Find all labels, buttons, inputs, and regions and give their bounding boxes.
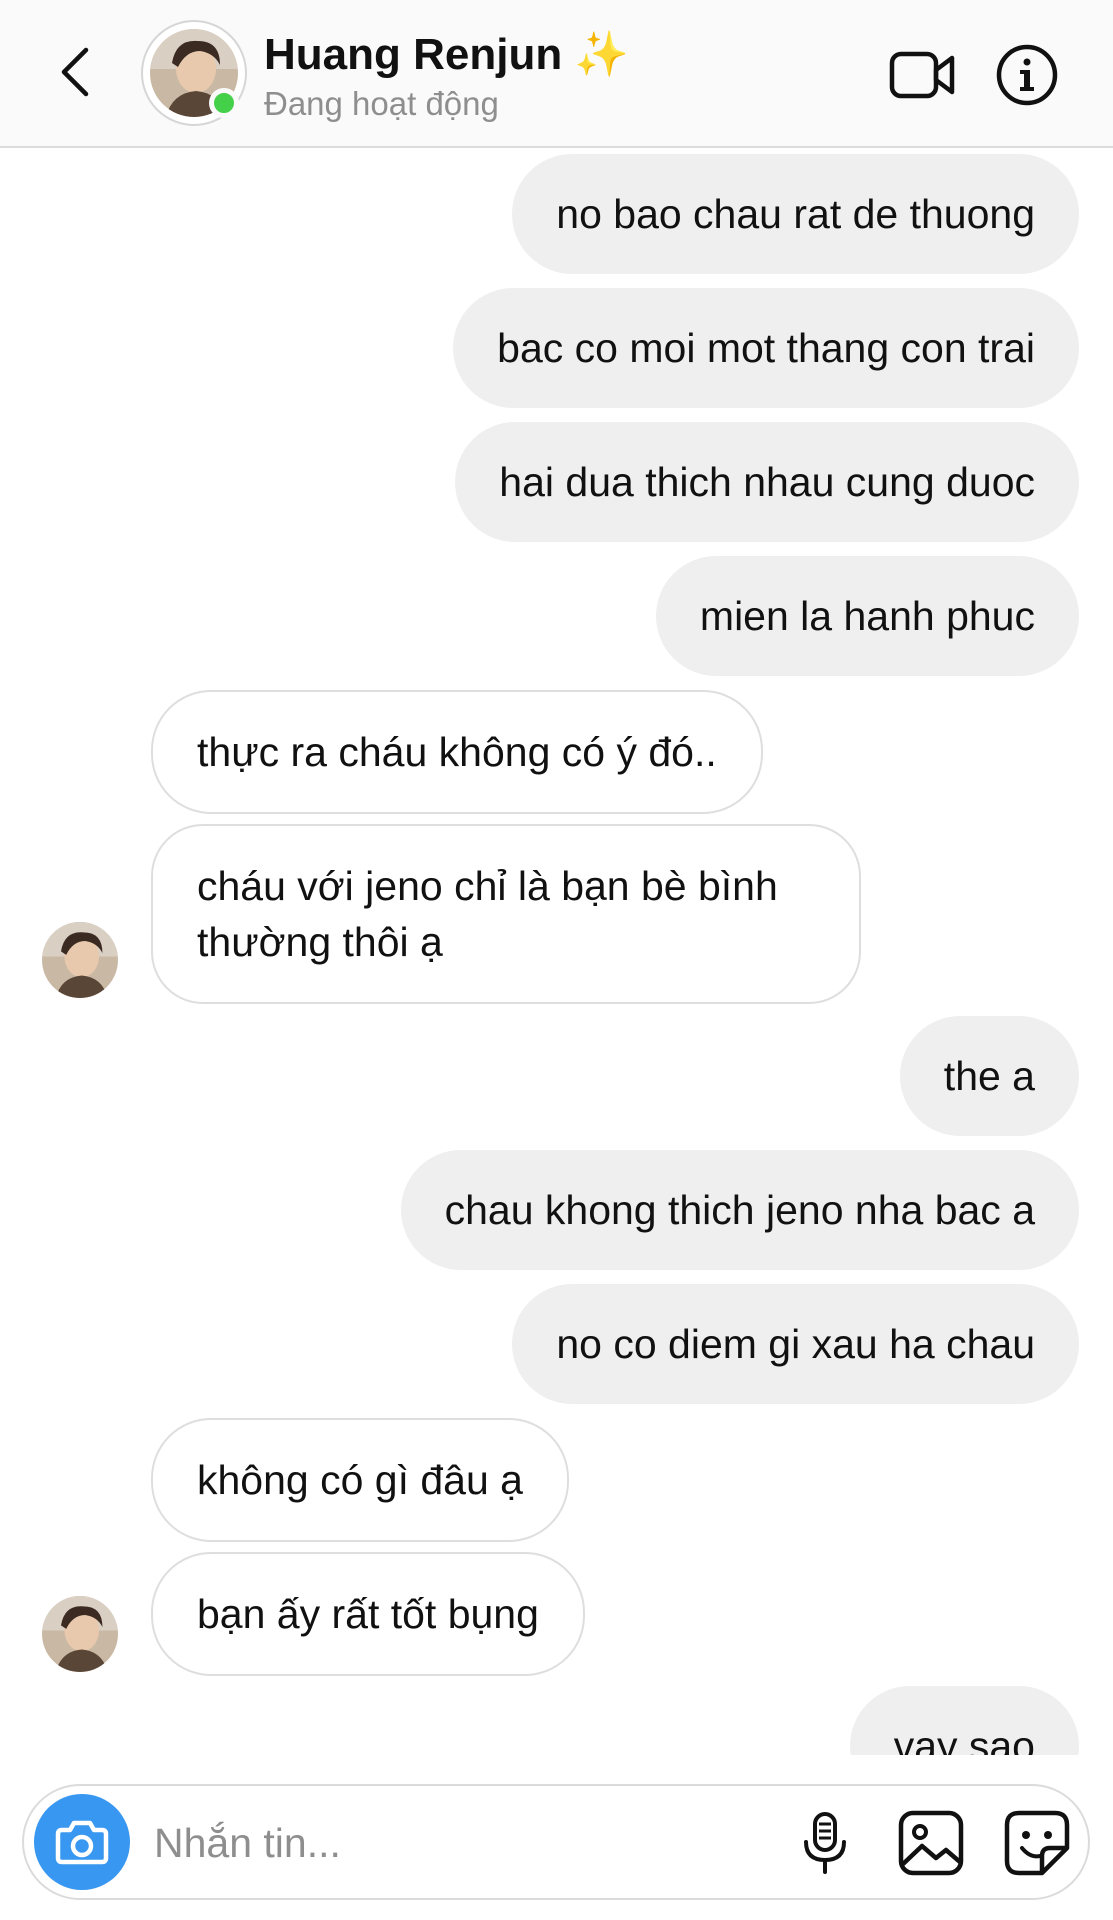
sender-avatar[interactable] (42, 922, 118, 998)
sent-message[interactable]: no co diem gi xau ha chau (512, 1284, 1079, 1404)
camera-icon (55, 1820, 109, 1865)
active-status: Đang hoạt động (264, 85, 499, 122)
received-message[interactable]: bạn ấy rất tốt bụng (151, 1552, 585, 1676)
voice-message-button[interactable] (790, 1808, 860, 1878)
sticker-icon (1004, 1810, 1070, 1876)
sent-message[interactable]: hai dua thich nhau cung duoc (455, 422, 1079, 542)
sent-message[interactable]: no bao chau rat de thuong (512, 154, 1079, 274)
message-list[interactable]: no bao chau rat de thuong bac co moi mot… (0, 150, 1113, 1755)
sent-message[interactable]: mien la hanh phuc (655, 556, 1079, 676)
contact-avatar[interactable] (141, 20, 247, 126)
received-message[interactable]: không có gì đâu ạ (151, 1418, 569, 1542)
image-icon (898, 1810, 964, 1876)
back-button[interactable] (50, 44, 100, 100)
sent-message[interactable]: chau khong thich jeno nha bac a (400, 1150, 1079, 1270)
video-call-button[interactable] (888, 44, 958, 106)
sender-avatar[interactable] (42, 1596, 118, 1672)
online-status-dot (209, 88, 239, 118)
video-camera-icon (889, 51, 955, 99)
message-composer (22, 1784, 1090, 1900)
info-button[interactable] (992, 44, 1062, 106)
received-message[interactable]: cháu với jeno chỉ là bạn bè bình thường … (151, 824, 861, 1004)
sent-message[interactable]: vay sao (849, 1686, 1079, 1755)
sparkle-emoji: ✨ (574, 30, 629, 79)
message-input[interactable] (152, 1812, 756, 1874)
sent-message[interactable]: bac co moi mot thang con trai (453, 288, 1079, 408)
gallery-button[interactable] (896, 1808, 966, 1878)
chat-header: Huang Renjun ✨ Đang hoạt động (0, 0, 1113, 148)
received-message[interactable]: thực ra cháu không có ý đó.. (151, 690, 763, 814)
chevron-left-icon (61, 47, 89, 97)
sticker-button[interactable] (1002, 1808, 1072, 1878)
camera-button[interactable] (34, 1794, 130, 1890)
microphone-icon (804, 1812, 846, 1874)
contact-name[interactable]: Huang Renjun ✨ (264, 28, 629, 82)
sent-message[interactable]: the a (899, 1016, 1079, 1136)
info-icon (996, 44, 1058, 106)
